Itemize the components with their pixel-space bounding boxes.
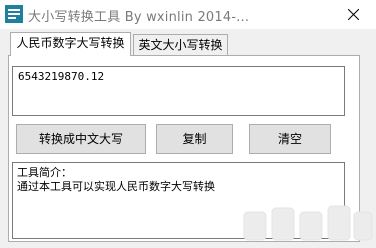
copy-button[interactable]: 复制: [156, 124, 233, 154]
window-title: 大小写转换工具 By wxinlin 2014-...: [28, 10, 250, 25]
tab-english-case[interactable]: 英文大小写转换: [133, 34, 228, 55]
close-icon: [348, 9, 359, 20]
amount-input[interactable]: 6543219870.12: [12, 66, 345, 116]
app-window: 大小写转换工具 By wxinlin 2014-... 人民币数字大写转换 英文…: [0, 0, 376, 248]
convert-button[interactable]: 转换成中文大写: [16, 124, 146, 154]
amount-value: 6543219870.12: [18, 70, 105, 83]
tab-rmb-uppercase[interactable]: 人民币数字大写转换: [10, 32, 131, 56]
title-bar[interactable]: 大小写转换工具 By wxinlin 2014-...: [0, 0, 376, 29]
info-textarea[interactable]: 工具简介： 通过本工具可以实现人民币数字大写转换: [12, 162, 345, 239]
app-icon: [5, 5, 23, 23]
clear-button[interactable]: 清空: [249, 124, 331, 154]
info-description: 通过本工具可以实现人民币数字大写转换: [17, 180, 215, 193]
close-button[interactable]: [332, 0, 376, 29]
